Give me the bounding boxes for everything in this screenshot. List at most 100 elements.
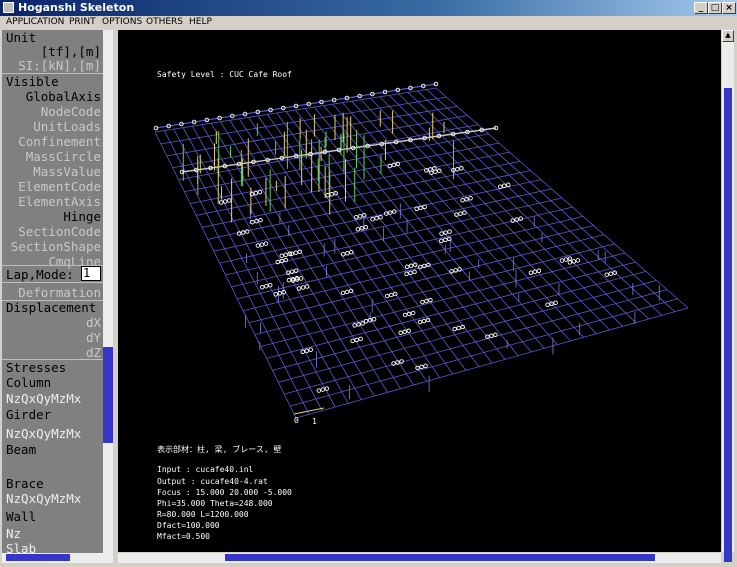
node-marker [456, 325, 461, 331]
node-marker [308, 347, 314, 353]
model-viewport[interactable]: Safety Level : CUC Cafe Roof 0 1 表示部材：柱,… [118, 30, 721, 552]
toggle-elementcode[interactable]: ElementCode [18, 179, 101, 194]
menu-others[interactable]: OTHERS [146, 17, 183, 27]
unit-label: Unit [6, 30, 37, 45]
maximize-button[interactable]: □ [708, 2, 722, 14]
node-marker [253, 190, 259, 196]
node-marker [452, 326, 457, 332]
node-marker [468, 196, 473, 201]
node-marker [257, 189, 263, 195]
toggle-masscircle[interactable]: MassCircle [26, 149, 101, 164]
node-marker [528, 270, 534, 276]
node-marker [304, 284, 310, 289]
node-marker [320, 387, 326, 392]
girder-stress-components[interactable]: NzQxQyMzMx [6, 426, 81, 441]
node-marker [559, 258, 565, 263]
unit-si-option[interactable]: SI:[kN],[m] [18, 58, 101, 73]
node-marker [304, 348, 310, 354]
panel-scroll-thumb[interactable] [103, 347, 113, 443]
node-marker [273, 291, 278, 297]
node-marker [371, 316, 377, 322]
column-stress-components[interactable]: NzQxQyMzMx [6, 391, 81, 406]
toggle-dz[interactable]: dZ [86, 345, 101, 360]
lap-mode-input[interactable]: 1 [81, 266, 101, 281]
node-marker [286, 277, 292, 283]
node-marker [460, 198, 465, 203]
axis-label-0: 0 [294, 416, 299, 425]
node-marker [222, 199, 228, 204]
node-marker [439, 231, 444, 236]
node-marker [447, 229, 452, 234]
menu-options[interactable]: OPTIONS [102, 17, 142, 27]
node-marker [374, 215, 379, 221]
toggle-dy[interactable]: dY [86, 330, 101, 345]
panel-vertical-scrollbar[interactable] [103, 30, 113, 553]
node-marker [553, 300, 558, 306]
toggle-confinement[interactable]: Confinement [18, 134, 101, 149]
viewport-vertical-scrollbar[interactable]: ▲ [722, 30, 734, 562]
node-marker [455, 166, 460, 172]
node-marker [398, 330, 403, 336]
node-marker [240, 230, 246, 235]
toggle-nodecode[interactable]: NodeCode [41, 104, 101, 119]
node-marker [429, 170, 434, 175]
node-marker [353, 215, 359, 220]
toggle-globalaxis[interactable]: GlobalAxis [26, 89, 101, 104]
menu-print[interactable]: PRINT [69, 17, 96, 27]
menu-application[interactable]: APPLICATION [6, 17, 64, 27]
node-marker [567, 256, 573, 261]
node-marker [345, 250, 350, 256]
node-marker [489, 333, 494, 338]
toggle-massvalue[interactable]: MassValue [33, 164, 101, 179]
node-marker [417, 319, 423, 325]
node-marker [502, 183, 507, 188]
node-marker [439, 238, 444, 244]
girder-label: Girder [6, 407, 52, 422]
scroll-up-button[interactable]: ▲ [722, 30, 734, 42]
node-marker [412, 269, 417, 275]
dfact-label: Dfact=100.000 [157, 521, 220, 530]
node-marker [340, 290, 346, 296]
mfact-label: Mfact=0.500 [157, 532, 210, 541]
node-marker [545, 302, 550, 308]
node-marker [341, 251, 346, 257]
node-marker [536, 268, 542, 274]
slab-label: Slab [6, 541, 37, 553]
title-bar: Hoganshi Skeleton _ □ × [0, 0, 737, 16]
viewport-scroll-thumb[interactable] [724, 88, 732, 562]
node-marker [316, 388, 322, 393]
menu-help[interactable]: HELP [189, 17, 212, 27]
wall-stress-components[interactable]: Nz [6, 526, 21, 541]
toggle-unitloads[interactable]: UnitLoads [33, 119, 101, 134]
node-marker [300, 349, 306, 355]
node-marker [443, 237, 448, 243]
grid-line [278, 280, 657, 383]
node-marker [259, 284, 265, 290]
node-marker [404, 271, 409, 277]
node-marker [357, 214, 363, 219]
toggle-dx[interactable]: dX [86, 315, 101, 330]
toggle-deformation[interactable]: Deformation [18, 285, 101, 300]
brace-stress-components[interactable]: NzQxQyMzMx [6, 491, 81, 506]
minimize-button[interactable]: _ [694, 2, 708, 14]
visible-label: Visible [6, 74, 59, 89]
node-marker [298, 276, 304, 281]
close-button[interactable]: × [722, 2, 736, 14]
panel-hscroll-thumb[interactable] [6, 554, 70, 561]
toggle-sectionshape[interactable]: SectionShape [11, 239, 101, 254]
node-marker [532, 269, 538, 275]
viewport-hscroll-thumb[interactable] [225, 554, 655, 561]
grid-line [154, 87, 437, 133]
control-panel: Unit [tf],[m] SI:[kN],[m] Visible Global… [2, 30, 103, 553]
panel-horizontal-scrollbar[interactable] [2, 553, 113, 563]
toggle-sectioncode[interactable]: SectionCode [18, 224, 101, 239]
node-marker [428, 297, 433, 303]
node-marker [408, 270, 413, 276]
unit-tf-option[interactable]: [tf],[m] [41, 44, 101, 59]
toggle-hinge[interactable]: Hinge [63, 209, 101, 224]
divider [2, 282, 103, 283]
node-marker [421, 318, 427, 324]
toggle-elementaxis[interactable]: ElementAxis [18, 194, 101, 209]
viewport-horizontal-scrollbar[interactable] [118, 553, 721, 563]
node-marker [226, 198, 232, 203]
